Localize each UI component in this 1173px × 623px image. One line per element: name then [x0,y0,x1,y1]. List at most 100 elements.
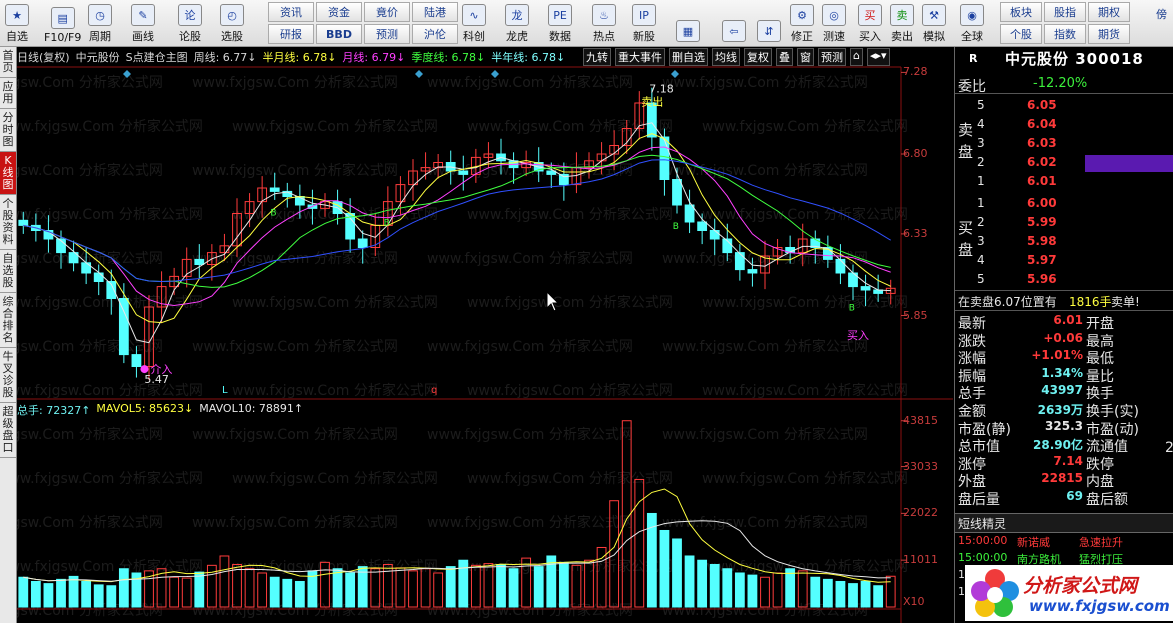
buy-level-3[interactable]: 3 5.98 [955,233,1173,250]
watermark-text: www.fxjgsw.Com 分析家公式网 [17,514,163,531]
chart-tab-9[interactable]: ◂▸▾ [866,48,890,66]
mid-label-0: 科创 [463,30,485,43]
chart-tab-4[interactable]: 复权 [744,48,772,66]
price-tick-0: 7.28 [903,65,928,79]
left-button-0[interactable]: ★ 自选 [5,2,29,44]
ma-half-month: 半月线: 6.78↓ [262,51,337,64]
volume-bar [433,572,444,608]
market-btn-5[interactable]: 期货 [1088,24,1130,44]
nav-item-6[interactable]: 综合排名 [0,293,16,348]
buy-level-5[interactable]: 5 5.96 [955,271,1173,288]
market-btn-2[interactable]: 期权 [1088,2,1130,22]
r-badge: R [969,52,978,65]
market-grid: 板块 股指 期权个股 指数 期货 [1000,2,1130,44]
buy-signal-label: 介入 [150,363,172,376]
sell-level-4[interactable]: 4 6.04 [955,116,1173,133]
kline-chart[interactable]: www.fxjgsw.Com 分析家公式网 www.fxjgsw.Com 分析家公… [17,47,953,623]
market-btn-4[interactable]: 指数 [1044,24,1086,44]
high-value-label: 7.18 [649,82,674,95]
sell-level-2[interactable]: 2 6.02 [955,154,1173,171]
chart-tab-1[interactable]: 重大事件 [615,48,665,66]
grid-btn-5[interactable]: BBD [316,24,362,44]
left-button-2[interactable]: ◷ 周期 [88,2,112,44]
chart-tab-5[interactable]: 叠 [776,48,793,66]
chart-tab-0[interactable]: 九转 [583,48,611,66]
buy-level-4[interactable]: 4 5.97 [955,252,1173,269]
nav-item-7[interactable]: 牛叉诊股 [0,348,16,403]
right-button-5[interactable]: 买买入 [858,2,882,44]
market-btn-3[interactable]: 个股 [1000,24,1042,44]
nav-item-5[interactable]: 自选股 [0,250,16,293]
sell-level-1[interactable]: 1 6.01 [955,173,1173,190]
left-button-3[interactable]: ✎ 画线 [131,2,155,44]
chart-tab-7[interactable]: 预测 [818,48,846,66]
volume-bar [18,576,29,608]
candle-body [357,238,368,248]
chart-tab-6[interactable]: 窗 [797,48,814,66]
left-button-4[interactable]: 论论股 [178,2,202,44]
watermark-text: www.fxjgsw.Com 分析家公式网 [232,294,438,311]
right-button-8[interactable]: ◉ 全球 [960,2,984,44]
left-label-4: 论股 [179,30,201,43]
nav-item-2[interactable]: 分时图 [0,109,16,152]
mid-button-2[interactable]: PE 数据 [548,2,572,44]
nav-item-0[interactable]: 首页 [0,47,16,78]
drill-item[interactable]: 15:00:00 新诺威 急速拉升 [955,533,1173,550]
hot-icon: ♨ [592,4,616,26]
sell-level-5[interactable]: 5 6.05 [955,97,1173,114]
right-button-7[interactable]: ⚒ 模拟 [922,2,946,44]
chart-tab-2[interactable]: 删自选 [669,48,708,66]
grid-btn-0[interactable]: 资讯 [268,2,314,22]
stat-value: 2639万 [1037,403,1083,417]
market-btn-1[interactable]: 股指 [1044,2,1086,22]
volume-bar [734,572,745,608]
right-button-1[interactable]: ⇦ [722,2,746,44]
nav-item-1[interactable]: 应用 [0,78,16,109]
candle-body [458,170,469,175]
mid-button-4[interactable]: IP 新股 [632,2,656,44]
right-button-2[interactable]: ⇵ [757,2,781,44]
nav-item-4[interactable]: 个股资料 [0,195,16,250]
volume-bar [181,577,192,608]
grid-btn-7[interactable]: 沪伦 [412,24,458,44]
grid-btn-1[interactable]: 资金 [316,2,362,22]
candle-body [860,286,871,291]
dragon-icon: 龙 [505,4,529,26]
drill-time: 15:00:00 [958,534,1008,547]
buy-level-2[interactable]: 2 5.99 [955,214,1173,231]
mid-button-0[interactable]: ∿ 科创 [462,2,486,44]
grid-btn-4[interactable]: 研报 [268,24,314,44]
left-button-5[interactable]: ◴ 选股 [220,2,244,44]
drill-stock: 新诺威 [1017,536,1050,549]
nav-item-8[interactable]: 超级盘口 [0,403,16,458]
buy-level-1[interactable]: 1 6.00 [955,195,1173,212]
mid-button-1[interactable]: 龙龙虎 [505,2,529,44]
grid-btn-2[interactable]: 竟价 [364,2,410,22]
watermark-text: www.fxjgsw.Com 分析家公式网 [427,338,633,355]
right-button-6[interactable]: 卖卖出 [890,2,914,44]
volume-bar [848,583,858,608]
chart-tab-3[interactable]: 均线 [712,48,740,66]
stat-value: 69 [1066,489,1083,503]
left-button-1[interactable]: ▤ F10/F9 [44,2,81,44]
stat-row: 外盘 22815 内盘 [955,470,1173,490]
chart-tab-8[interactable]: ⌂ [850,48,863,66]
mid-button-3[interactable]: ♨ 热点 [592,2,616,44]
right-button-4[interactable]: ◎ 测速 [822,2,846,44]
drill-header[interactable]: 短线精灵 [955,513,1173,533]
right-button-0[interactable]: ▦ [676,2,700,44]
right-button-3[interactable]: ⚙ 修正 [790,2,814,44]
market-btn-0[interactable]: 板块 [1000,2,1042,22]
main-toolbar: ★ 自选 ▤ F10/F9 ◷ 周期 ✎ 画线 论论股 ◴ 选股 资讯 资金 竟价 陆港研报 BBD 预测 沪伦 ∿… [0,0,1173,47]
sell-level-3[interactable]: 3 6.03 [955,135,1173,152]
grid-btn-6[interactable]: 预测 [364,24,410,44]
stat-label-right: 盘后额 [1086,492,1128,508]
watermark-text: www.fxjgsw.Com 分析家公式网 [702,118,908,135]
grid-btn-3[interactable]: 陆港 [412,2,458,22]
buy-level-price: 5.97 [1027,253,1057,267]
volume-bar [722,568,733,608]
mid-label-2: 数据 [549,30,571,43]
watermark-text: www.fxjgsw.Com 分析家公式网 [427,514,633,531]
stock-label: 中元股份 [75,51,120,64]
nav-item-3[interactable]: K线图 [0,152,16,195]
